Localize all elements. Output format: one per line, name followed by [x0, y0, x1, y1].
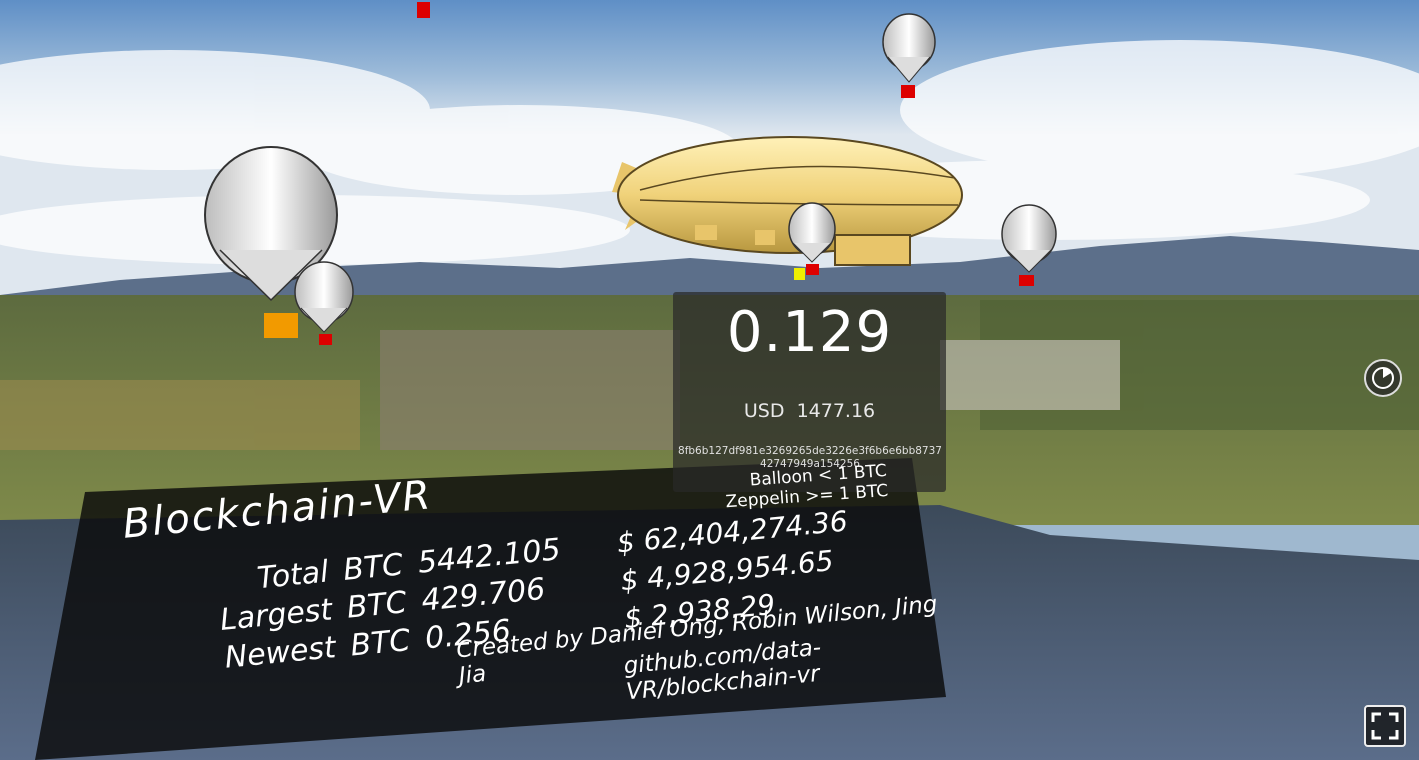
compass-button[interactable] — [1364, 359, 1402, 397]
transaction-btc-amount: 0.129 — [726, 300, 893, 365]
fullscreen-icon — [1371, 712, 1399, 740]
compass-icon — [1372, 367, 1394, 389]
usd-amount: 1477.16 — [796, 400, 876, 422]
transaction-usd: USD 1477.16 — [673, 400, 946, 422]
transaction-panel: 0.129 USD 1477.16 8fb6b127df981e3269265d… — [673, 292, 946, 492]
usd-label: USD — [743, 400, 785, 422]
fullscreen-button[interactable] — [1364, 705, 1406, 747]
balloon-basket-top — [417, 2, 430, 18]
